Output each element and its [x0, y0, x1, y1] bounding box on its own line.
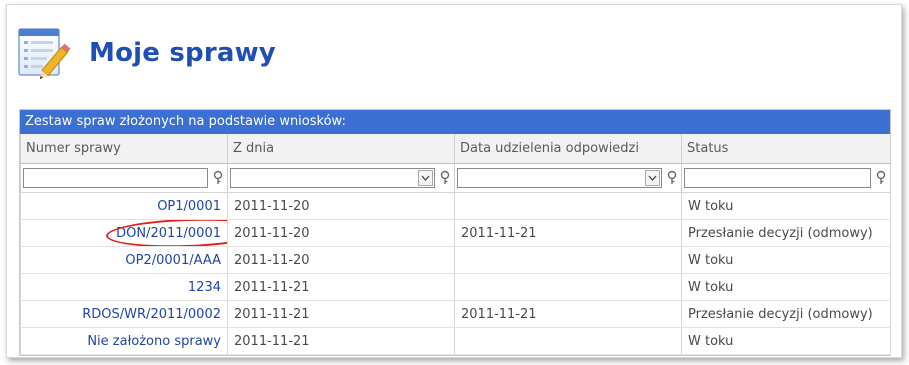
date-cell: 2011-11-20: [227, 192, 455, 220]
filter-cell-data-odpowiedzi: [454, 163, 682, 193]
response-date-cell: [454, 273, 682, 301]
filter-input-numer[interactable]: [23, 168, 208, 188]
response-date-cell: [454, 246, 682, 274]
highlighted-case: DON/2011/0001: [105, 219, 227, 246]
filter-icon[interactable]: [211, 170, 225, 186]
case-number-link[interactable]: 1234: [20, 273, 228, 301]
table-row[interactable]: OP1/0001 2011-11-20 W toku: [20, 192, 891, 220]
status-cell: Przesłanie decyzji (odmowy): [681, 300, 891, 328]
response-date-cell: 2011-11-21: [454, 219, 682, 247]
status-cell: W toku: [681, 192, 891, 220]
column-header-data-odpowiedzi[interactable]: Data udzielenia odpowiedzi: [454, 134, 682, 164]
date-cell: 2011-11-21: [227, 300, 455, 328]
filter-row: [20, 163, 891, 193]
date-cell: 2011-11-20: [227, 246, 455, 274]
filter-select-data-odpowiedzi[interactable]: [457, 168, 662, 188]
page-title: Moje sprawy: [89, 38, 276, 68]
table-row[interactable]: Nie założono sprawy 2011-11-21 W toku: [20, 327, 891, 355]
filter-icon[interactable]: [438, 170, 452, 186]
header-row: Numer sprawy Z dnia Data udzielenia odpo…: [20, 134, 891, 164]
status-cell: W toku: [681, 273, 891, 301]
filter-cell-numer: [20, 163, 228, 193]
case-number-link[interactable]: OP2/0001/AAA: [20, 246, 228, 274]
filter-cell-z-dnia: [227, 163, 455, 193]
notepad-pencil-icon: [17, 27, 75, 80]
cases-table: Numer sprawy Z dnia Data udzielenia odpo…: [20, 134, 891, 355]
column-header-numer[interactable]: Numer sprawy: [20, 134, 228, 164]
filter-cell-status: [681, 163, 891, 193]
case-number-link[interactable]: RDOS/WR/2011/0002: [20, 300, 228, 328]
cases-panel: Zestaw spraw złożonych na podstawie wnio…: [19, 109, 891, 356]
filter-icon[interactable]: [665, 170, 679, 186]
status-cell: W toku: [681, 246, 891, 274]
window: Moje sprawy Zestaw spraw złożonych na po…: [6, 4, 902, 358]
table-row[interactable]: 1234 2011-11-21 W toku: [20, 273, 891, 301]
chevron-down-icon[interactable]: [418, 170, 433, 186]
title-row: Moje sprawy: [17, 27, 276, 80]
date-cell: 2011-11-20: [227, 219, 455, 247]
response-date-cell: 2011-11-21: [454, 300, 682, 328]
panel-header: Zestaw spraw złożonych na podstawie wnio…: [20, 110, 890, 134]
case-number-link[interactable]: OP1/0001: [20, 192, 228, 220]
status-cell: Przesłanie decyzji (odmowy): [681, 219, 891, 247]
highlight-oval: [105, 219, 227, 246]
column-header-status[interactable]: Status: [681, 134, 891, 164]
filter-select-z-dnia[interactable]: [230, 168, 435, 188]
response-date-cell: [454, 327, 682, 355]
case-number-cell: DON/2011/0001: [20, 219, 228, 247]
filter-icon[interactable]: [874, 170, 888, 186]
date-cell: 2011-11-21: [227, 273, 455, 301]
chevron-down-icon[interactable]: [645, 170, 660, 186]
date-cell: 2011-11-21: [227, 327, 455, 355]
column-header-z-dnia[interactable]: Z dnia: [227, 134, 455, 164]
table-row[interactable]: OP2/0001/AAA 2011-11-20 W toku: [20, 246, 891, 274]
status-cell: W toku: [681, 327, 891, 355]
table-row[interactable]: RDOS/WR/2011/0002 2011-11-21 2011-11-21 …: [20, 300, 891, 328]
response-date-cell: [454, 192, 682, 220]
case-number-link[interactable]: Nie założono sprawy: [20, 327, 228, 355]
table-row[interactable]: DON/2011/0001 2011-11-20 2011-11-21 Prze…: [20, 219, 891, 247]
filter-input-status[interactable]: [684, 168, 871, 188]
